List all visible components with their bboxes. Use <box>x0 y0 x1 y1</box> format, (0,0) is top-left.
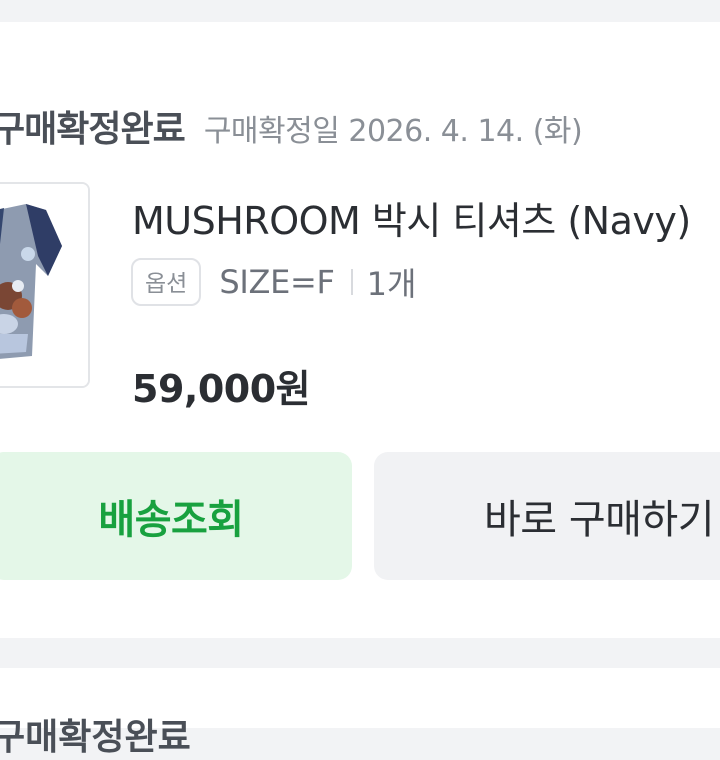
tshirt-image <box>0 184 88 386</box>
option-divider <box>350 269 353 295</box>
product-price: 59,000원 <box>132 367 311 411</box>
product-thumbnail[interactable] <box>0 182 90 388</box>
option-quantity: 1개 <box>366 265 417 303</box>
product-name[interactable]: MUSHROOM 박시 티셔츠 (Navy) <box>132 190 691 245</box>
track-delivery-button[interactable]: 배송조회 <box>0 452 352 580</box>
purchase-confirm-date: 구매확정일 2026. 4. 14. (화) <box>203 114 583 149</box>
option-badge: 옵션 <box>131 258 202 306</box>
top-divider <box>0 0 720 22</box>
order-status-row: 구매확정완료 구매확정일 2026. 4. 14. (화) <box>0 100 583 152</box>
buy-again-button[interactable]: 바로 구매하기 <box>374 452 720 580</box>
product-option-row: 옵션 SIZE=F 1개 <box>131 258 416 306</box>
order-status: 구매확정완료 <box>0 109 186 150</box>
next-order-status: 구매확정완료 <box>0 717 191 758</box>
option-value: SIZE=F <box>219 263 335 301</box>
